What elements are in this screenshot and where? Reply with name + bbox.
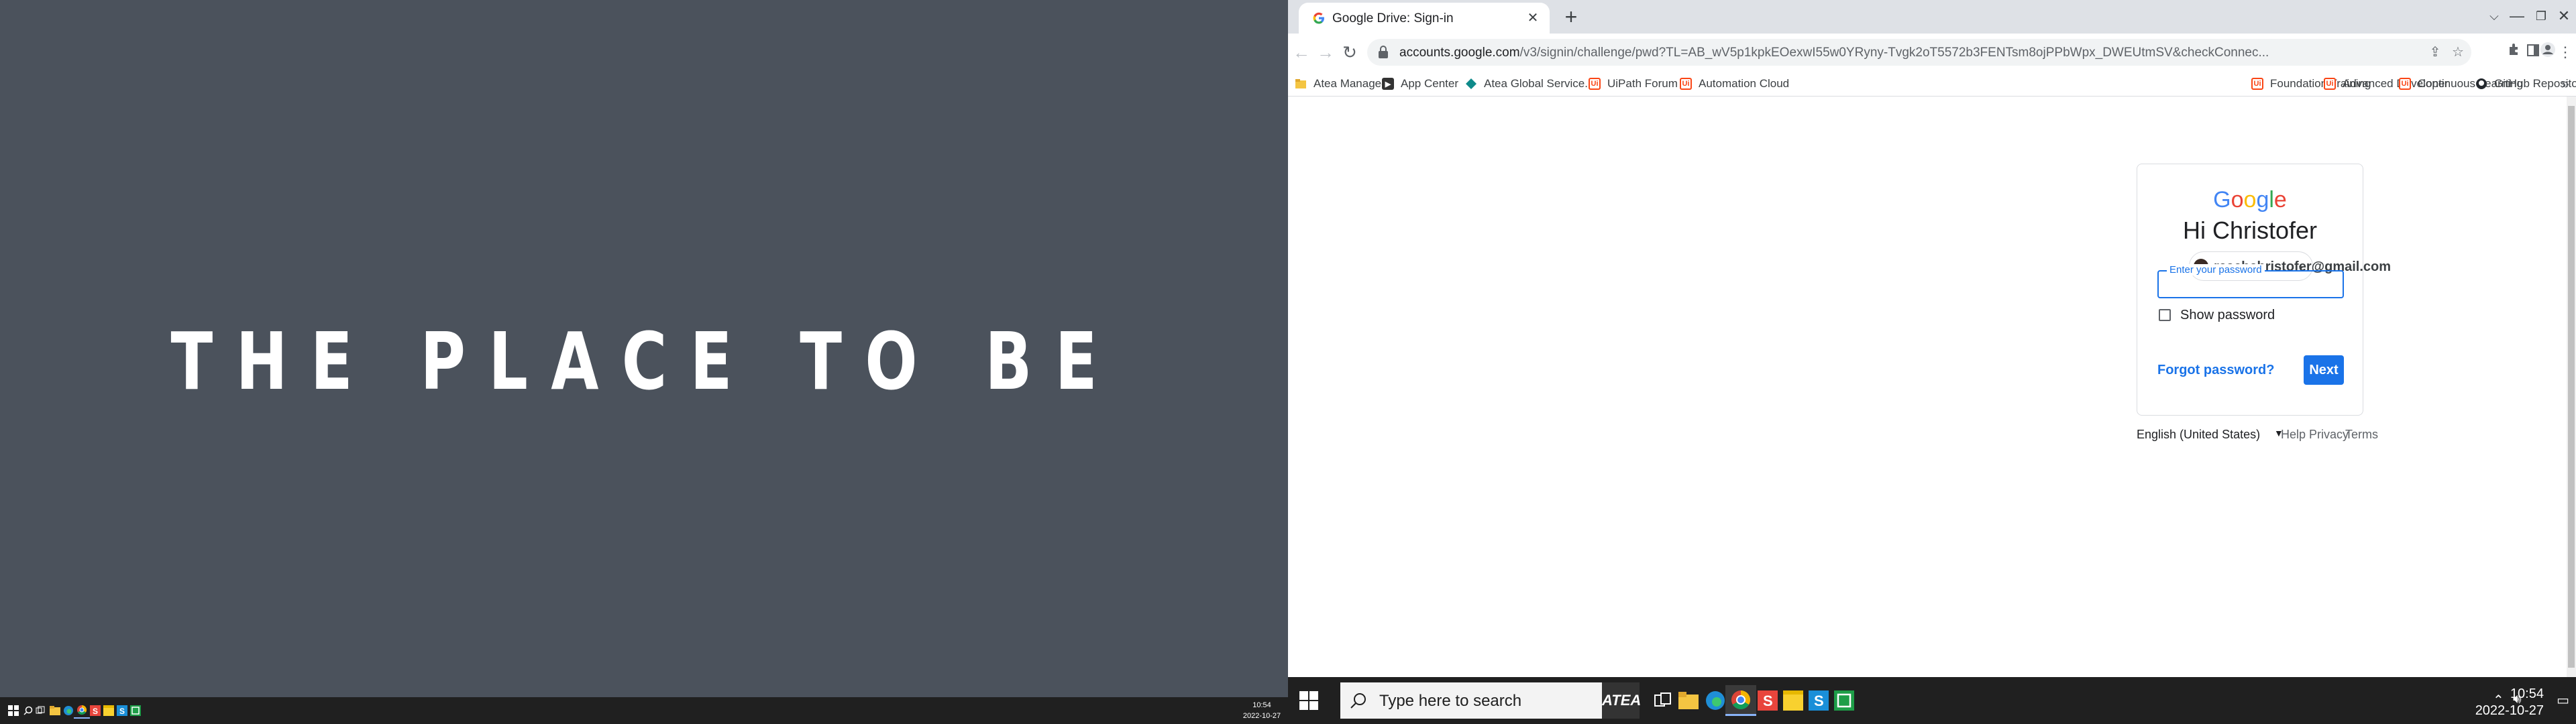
uipath-icon: Ui xyxy=(2251,78,2263,90)
terms-link[interactable]: Terms xyxy=(2345,428,2378,442)
folder-icon xyxy=(1295,78,1307,90)
close-tab-icon[interactable]: ✕ xyxy=(1524,9,1542,27)
clock-time[interactable]: 10:54 xyxy=(2510,686,2544,702)
task-view-icon[interactable] xyxy=(32,703,48,719)
password-field[interactable]: Enter your password xyxy=(2157,264,2344,298)
wallpaper-text: THE PLACE TO BE xyxy=(170,315,1120,408)
bookmark-label: Atea Managed xyxy=(1313,77,1388,90)
next-button[interactable]: Next xyxy=(2304,355,2344,385)
bookmark-label: UiPath Forum xyxy=(1607,77,1678,90)
close-window-icon[interactable]: ✕ xyxy=(2551,4,2576,28)
atea-global-icon xyxy=(1465,78,1477,90)
left-monitor: THE PLACE TO BE S S 10:54 2022-10-27 xyxy=(0,0,1288,724)
svg-text:S: S xyxy=(93,707,98,716)
app-center-icon: ▶ xyxy=(1382,78,1394,90)
show-password-checkbox[interactable] xyxy=(2159,309,2171,321)
uipath-icon: Ui xyxy=(2399,78,2411,90)
tab-title: Google Drive: Sign-in xyxy=(1332,11,1454,25)
url-host: accounts.google.com xyxy=(1399,46,1520,60)
svg-text:S: S xyxy=(1814,692,1824,709)
uipath-icon: Ui xyxy=(1680,78,1692,90)
bookmark-label: App Center xyxy=(1401,77,1458,90)
password-input[interactable] xyxy=(2165,277,2336,293)
search-placeholder: Type here to search xyxy=(1379,692,1522,710)
share-icon[interactable]: ⇪ xyxy=(2426,43,2445,62)
right-taskbar: Type here to search ATEA S S ⌃ 🔊︎ 10:54 … xyxy=(1288,677,2576,724)
atea-logo[interactable]: ATEA xyxy=(1602,682,1641,719)
bookmarks-overflow-icon[interactable]: » xyxy=(2561,75,2569,93)
lock-icon[interactable] xyxy=(1378,46,1389,59)
assistant-icon[interactable] xyxy=(1829,685,1860,716)
back-icon[interactable]: ← xyxy=(1291,42,1312,63)
uipath-icon: Ui xyxy=(1589,78,1601,90)
bookmark-item[interactable]: Ui UiPath Forum xyxy=(1589,75,1678,93)
svg-text:S: S xyxy=(1763,692,1773,709)
greeting-heading: Hi Christofer xyxy=(2182,217,2318,244)
bookmark-item[interactable]: ▶ App Center xyxy=(1382,75,1458,93)
minimize-icon[interactable]: — xyxy=(2504,4,2530,28)
url-path: /v3/signin/challenge/pwd?TL=AB_wV5p1kpkE… xyxy=(1519,46,2269,60)
help-link[interactable]: Help xyxy=(2281,428,2306,442)
google-logo-letter: o xyxy=(2243,187,2257,213)
taskbar-search-box[interactable]: Type here to search xyxy=(1340,682,1622,719)
forward-icon[interactable]: → xyxy=(1315,42,1336,63)
windows-start-icon[interactable] xyxy=(1295,686,1323,715)
right-monitor: Google Drive: Sign-in ✕ + ⌵ — ❐ ✕ ← → ↻ … xyxy=(1288,0,2576,724)
notification-icon[interactable]: ▭ xyxy=(2557,692,2569,709)
privacy-link[interactable]: Privacy xyxy=(2309,428,2349,442)
signin-card: Google Hi Christofer reachchristofer@gma… xyxy=(2137,164,2391,416)
bookmarks-bar: Atea Managed ▶ App Center Atea Global Ser… xyxy=(1288,71,2576,97)
assistant-icon[interactable] xyxy=(127,703,144,719)
left-clock-time: 10:54 xyxy=(1252,701,1271,709)
windows-start-icon[interactable] xyxy=(5,703,21,719)
left-taskbar: S S 10:54 2022-10-27 xyxy=(0,697,1288,724)
tab-google-drive[interactable]: Google Drive: Sign-in ✕ xyxy=(1299,3,1550,34)
left-clock[interactable]: 10:54 2022-10-27 xyxy=(1238,700,1285,721)
desktop: THE PLACE TO BE S S 10:54 2022-10-27 Goo… xyxy=(0,0,2576,724)
svg-text:S: S xyxy=(119,707,125,716)
scrollbar-thumb[interactable] xyxy=(2568,106,2575,668)
browser-toolbar: ← → ↻ accounts.google.com/v3/signin/chal… xyxy=(1288,34,2576,71)
new-tab-icon[interactable]: + xyxy=(1560,6,1582,28)
password-label: Enter your password xyxy=(2167,264,2265,276)
bookmark-label: Atea Global Service... xyxy=(1484,77,1595,90)
google-logo-letter: g xyxy=(2256,187,2269,213)
forgot-password-link[interactable]: Forgot password? xyxy=(2157,363,2274,378)
uipath-icon: Ui xyxy=(2324,78,2336,90)
reload-icon[interactable]: ↻ xyxy=(1339,42,1360,63)
clock-date[interactable]: 2022-10-27 xyxy=(2475,703,2544,719)
menu-kebab-icon[interactable]: ⋮ xyxy=(2555,42,2576,63)
scrollbar[interactable] xyxy=(2567,97,2576,677)
google-logo-letter: e xyxy=(2273,187,2287,213)
address-bar[interactable]: accounts.google.com/v3/signin/challenge/… xyxy=(1367,39,2471,66)
show-password-label[interactable]: Show password xyxy=(2180,308,2275,323)
bookmark-star-icon[interactable]: ☆ xyxy=(2449,43,2467,62)
page-content: Google Hi Christofer reachchristofer@gma… xyxy=(1288,97,2576,677)
search-icon xyxy=(1350,692,1367,709)
google-logo-letter: l xyxy=(2269,187,2274,213)
github-icon xyxy=(2475,78,2487,90)
bookmark-item[interactable]: Ui Automation Cloud xyxy=(1680,75,1789,93)
google-logo: Google xyxy=(2137,187,2363,213)
google-g-icon xyxy=(1312,11,1326,25)
tray-area: ⌃ 🔊︎ 10:54 2022-10-27 ▭ xyxy=(1905,677,2576,724)
tab-strip: Google Drive: Sign-in ✕ + ⌵ — ❐ ✕ xyxy=(1288,0,2576,34)
google-logo-letter: o xyxy=(2231,187,2244,213)
bookmark-item[interactable]: Atea Global Service... xyxy=(1465,75,1594,93)
google-logo-letter: G xyxy=(2213,187,2231,213)
url-text: accounts.google.com/v3/signin/challenge/… xyxy=(1399,46,2540,60)
bookmark-label: Automation Cloud xyxy=(1699,77,1790,90)
language-select[interactable]: English (United States) xyxy=(2137,428,2260,442)
left-clock-date: 2022-10-27 xyxy=(1242,712,1281,720)
bookmark-item[interactable]: Atea Managed xyxy=(1295,75,1388,93)
